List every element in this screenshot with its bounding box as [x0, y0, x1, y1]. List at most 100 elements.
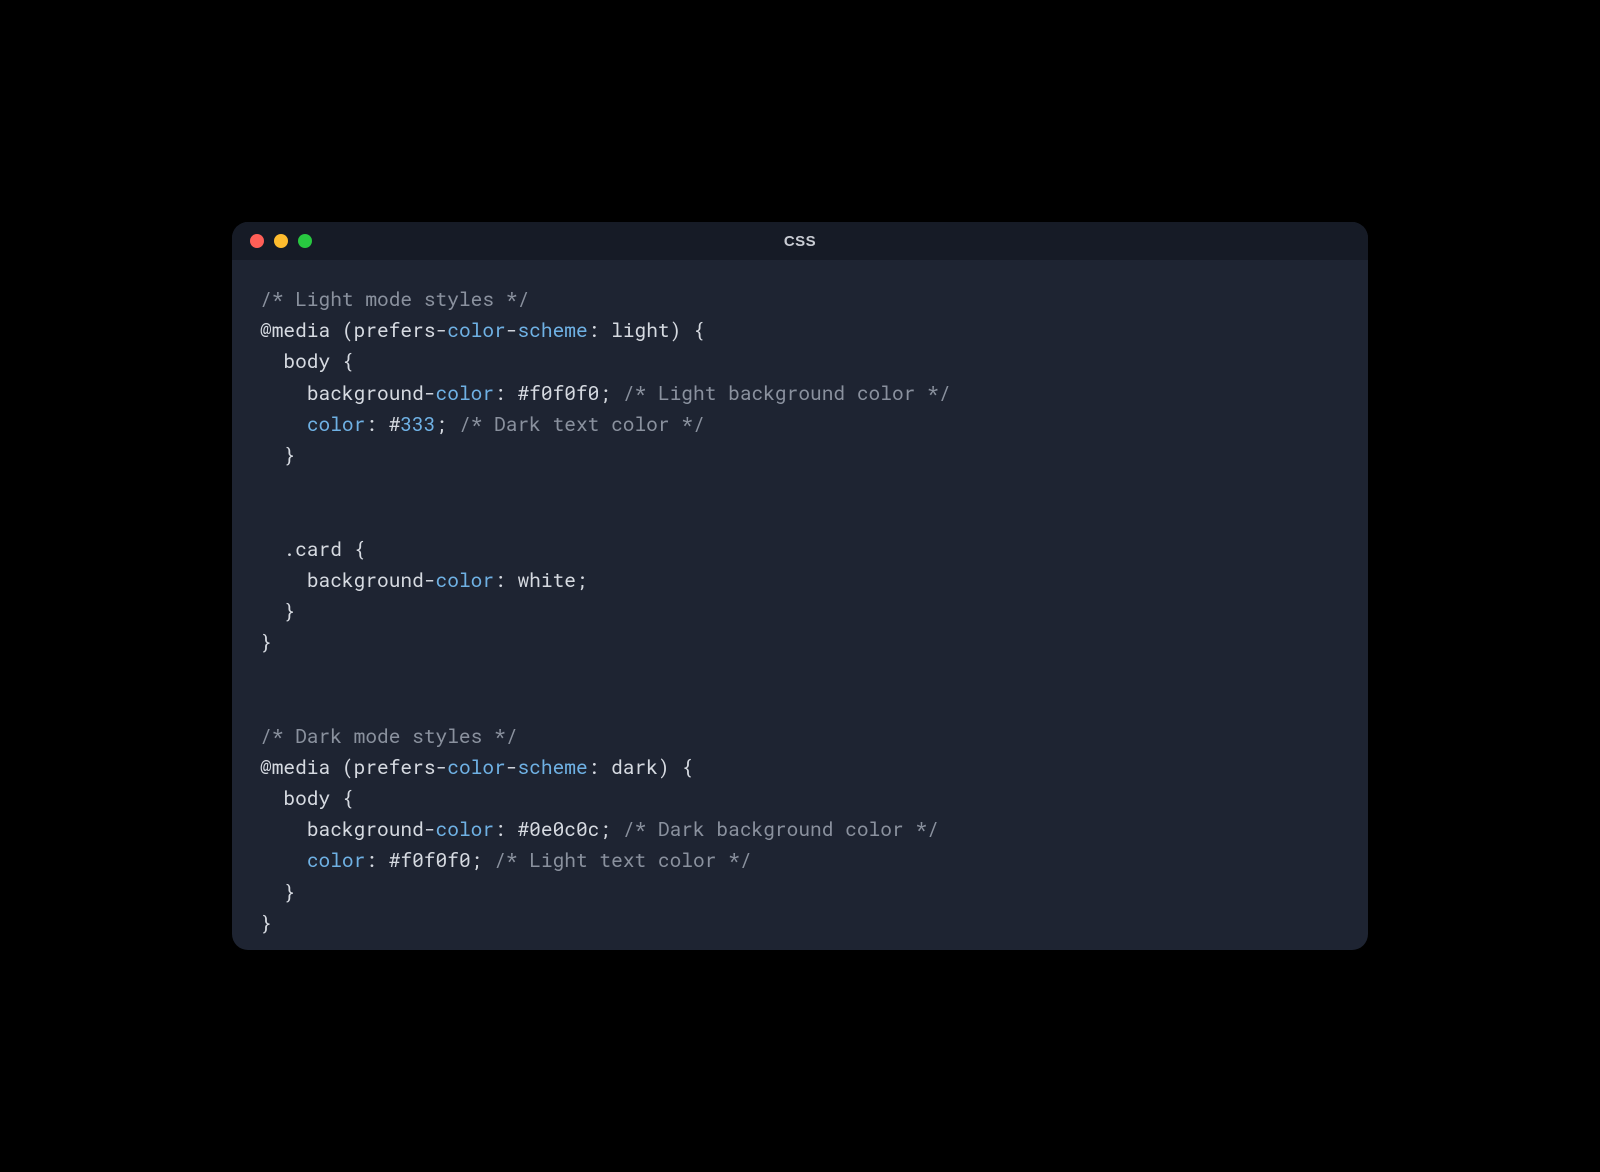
titlebar: CSS	[232, 222, 1368, 260]
code-token: (	[342, 755, 354, 780]
code-token: :	[494, 568, 506, 593]
code-token: {	[354, 537, 366, 562]
window-title: CSS	[784, 233, 816, 250]
code-comment: /* Light mode styles */	[260, 287, 529, 312]
code-token	[599, 755, 611, 780]
code-token: color	[436, 381, 495, 406]
code-indent	[260, 568, 307, 593]
code-indent	[260, 786, 283, 811]
code-comment: /* Dark background color */	[623, 817, 939, 842]
code-token: :	[494, 381, 506, 406]
code-token: }	[260, 911, 272, 936]
code-token	[506, 381, 518, 406]
code-token: color	[436, 817, 495, 842]
code-token	[611, 381, 623, 406]
code-token: body	[283, 349, 330, 374]
code-token: scheme	[517, 318, 587, 343]
code-token: {	[681, 755, 693, 780]
code-token: 333	[400, 412, 435, 437]
code-comment: /* Dark mode styles */	[260, 724, 517, 749]
code-comment: /* Light background color */	[623, 381, 951, 406]
code-indent	[260, 537, 283, 562]
code-token: {	[342, 786, 354, 811]
code-token: }	[260, 630, 272, 655]
code-token: media	[272, 318, 331, 343]
code-indent	[260, 349, 283, 374]
code-token: ;	[436, 412, 448, 437]
code-indent	[260, 817, 307, 842]
code-token: -	[506, 755, 518, 780]
code-token: )	[658, 755, 670, 780]
code-token: color	[447, 755, 506, 780]
code-token: :	[588, 318, 600, 343]
code-token: 0e0c0c	[529, 817, 599, 842]
code-token: body	[283, 786, 330, 811]
code-token: color	[307, 412, 366, 437]
code-token: @	[260, 755, 272, 780]
code-token: (	[342, 318, 354, 343]
code-token: prefers-	[354, 318, 448, 343]
code-token: :	[365, 412, 377, 437]
code-indent	[260, 848, 307, 873]
code-token	[447, 412, 459, 437]
code-indent	[260, 880, 283, 905]
code-token: background-	[307, 568, 436, 593]
code-token: {	[342, 349, 354, 374]
code-token: f0f0f0	[400, 848, 470, 873]
code-token: scheme	[517, 755, 587, 780]
code-token	[377, 848, 389, 873]
code-token: background-	[307, 817, 436, 842]
code-token: prefers-	[354, 755, 448, 780]
code-window: CSS /* Light mode styles */ @media (pref…	[232, 222, 1368, 950]
code-token	[506, 817, 518, 842]
code-indent	[260, 443, 283, 468]
code-token: white	[517, 568, 576, 593]
code-indent	[260, 599, 283, 624]
code-token: :	[588, 755, 600, 780]
code-token: ;	[471, 848, 483, 873]
code-token: }	[283, 599, 295, 624]
code-token: }	[283, 880, 295, 905]
code-token: dark	[611, 755, 658, 780]
code-token	[681, 318, 693, 343]
code-token: :	[494, 817, 506, 842]
code-token: )	[670, 318, 682, 343]
code-token: }	[283, 443, 295, 468]
code-indent	[260, 381, 307, 406]
code-token: .card	[283, 537, 342, 562]
code-token: -	[506, 318, 518, 343]
code-token	[377, 412, 389, 437]
code-token: #	[517, 381, 529, 406]
code-token: :	[365, 848, 377, 873]
code-token: ;	[576, 568, 588, 593]
code-token	[330, 786, 342, 811]
code-token: #	[389, 412, 401, 437]
code-token	[330, 349, 342, 374]
code-token	[670, 755, 682, 780]
code-token: ;	[599, 381, 611, 406]
close-icon[interactable]	[250, 234, 264, 248]
code-token: {	[693, 318, 705, 343]
code-token: ;	[599, 817, 611, 842]
code-token	[506, 568, 518, 593]
code-token	[482, 848, 494, 873]
code-token: f0f0f0	[529, 381, 599, 406]
code-content: /* Light mode styles */ @media (prefers-…	[260, 284, 1340, 939]
code-token: #	[389, 848, 401, 873]
code-token: media	[272, 755, 331, 780]
code-area[interactable]: /* Light mode styles */ @media (prefers-…	[232, 260, 1368, 950]
code-token: color	[307, 848, 366, 873]
code-indent	[260, 412, 307, 437]
code-token: @	[260, 318, 272, 343]
minimize-icon[interactable]	[274, 234, 288, 248]
code-comment: /* Dark text color */	[459, 412, 705, 437]
code-token: light	[611, 318, 670, 343]
maximize-icon[interactable]	[298, 234, 312, 248]
code-token	[611, 817, 623, 842]
traffic-lights	[232, 234, 312, 248]
code-token	[599, 318, 611, 343]
code-comment: /* Light text color */	[494, 848, 751, 873]
code-token: color	[447, 318, 506, 343]
code-token: #	[517, 817, 529, 842]
code-token: color	[436, 568, 495, 593]
